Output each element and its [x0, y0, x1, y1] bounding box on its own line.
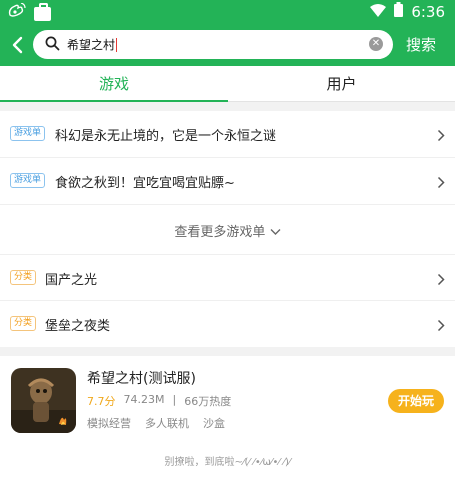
close-icon: ✕ [371, 38, 381, 49]
status-bar: 6:36 [0, 0, 455, 24]
game-size: 74.23M [123, 393, 165, 406]
bag-icon [34, 2, 51, 21]
start-play-button[interactable]: 开始玩 [388, 389, 444, 413]
weibo-icon [8, 2, 26, 22]
game-result-card[interactable]: 希望之村(测试服) 7.7分 74.23M | 66万热度 模拟经营 多人联机 … [0, 356, 455, 500]
more-game-lists-label: 查看更多游戏单 [174, 225, 266, 240]
game-list-title: 食欲之秋到！宜吃宜喝宜贴膘~ [55, 176, 235, 191]
game-tag[interactable]: 模拟经营 [87, 415, 131, 431]
category-item[interactable]: 分类 国产之光 [0, 254, 455, 301]
back-button[interactable] [6, 32, 30, 58]
game-tag[interactable]: 多人联机 [145, 415, 189, 431]
game-tags: 模拟经营 多人联机 沙盒 [87, 415, 225, 431]
game-popularity: 66万热度 [184, 395, 232, 408]
search-query-text: 希望之村 [67, 38, 116, 52]
game-icon [11, 368, 76, 433]
game-list-tag: 游戏单 [10, 126, 46, 141]
clear-search-button[interactable]: ✕ [369, 37, 383, 51]
chevron-right-icon [437, 127, 445, 146]
game-list-item[interactable]: 游戏单 食欲之秋到！宜吃宜喝宜贴膘~ [0, 158, 455, 205]
game-meta: 7.7分 74.23M | 66万热度 [87, 393, 231, 409]
text-cursor [116, 37, 118, 52]
search-toolbar: 希望之村 ✕ [0, 24, 455, 66]
status-time: 6:36 [411, 2, 445, 21]
game-title: 希望之村(测试服) [87, 371, 196, 387]
tab-games[interactable]: 游戏 [0, 66, 228, 102]
game-score: 7.7分 [87, 395, 116, 408]
wifi-icon [370, 3, 387, 21]
game-list-item[interactable]: 游戏单 科幻是永无止境的，它是一个永恒之谜 [0, 111, 455, 158]
game-list-tag: 游戏单 [10, 173, 46, 188]
search-submit-button[interactable]: 搜索 [406, 34, 436, 55]
category-title: 国产之光 [45, 273, 98, 288]
chevron-down-icon [270, 225, 281, 240]
active-tab-indicator [0, 100, 228, 102]
meta-separator: | [172, 393, 177, 406]
search-icon [45, 36, 60, 55]
category-title: 堡垒之夜类 [45, 319, 111, 334]
category-tag: 分类 [10, 316, 37, 331]
battery-icon [394, 2, 404, 21]
category-item[interactable]: 分类 堡垒之夜类 [0, 301, 455, 348]
game-tag[interactable]: 沙盒 [203, 415, 225, 431]
list-results-section: 游戏单 科幻是永无止境的，它是一个永恒之谜 游戏单 食欲之秋到！宜吃宜喝宜贴膘~… [0, 111, 455, 347]
chevron-right-icon [437, 317, 445, 336]
back-arrow-icon [12, 36, 23, 54]
chevron-right-icon [437, 271, 445, 290]
end-of-list-text: 别撩啦，到底啦~⁄(⁄ ⁄•⁄ω⁄•⁄ ⁄)⁄ [164, 457, 291, 468]
category-tag: 分类 [10, 270, 37, 285]
game-list-title: 科幻是永无止境的，它是一个永恒之谜 [55, 129, 277, 144]
chevron-right-icon [437, 174, 445, 193]
result-tabs: 游戏 用户 [0, 66, 455, 102]
more-game-lists-button[interactable]: 查看更多游戏单 [0, 221, 455, 240]
search-input[interactable]: 希望之村 ✕ [33, 30, 393, 59]
tab-users[interactable]: 用户 [228, 66, 455, 102]
